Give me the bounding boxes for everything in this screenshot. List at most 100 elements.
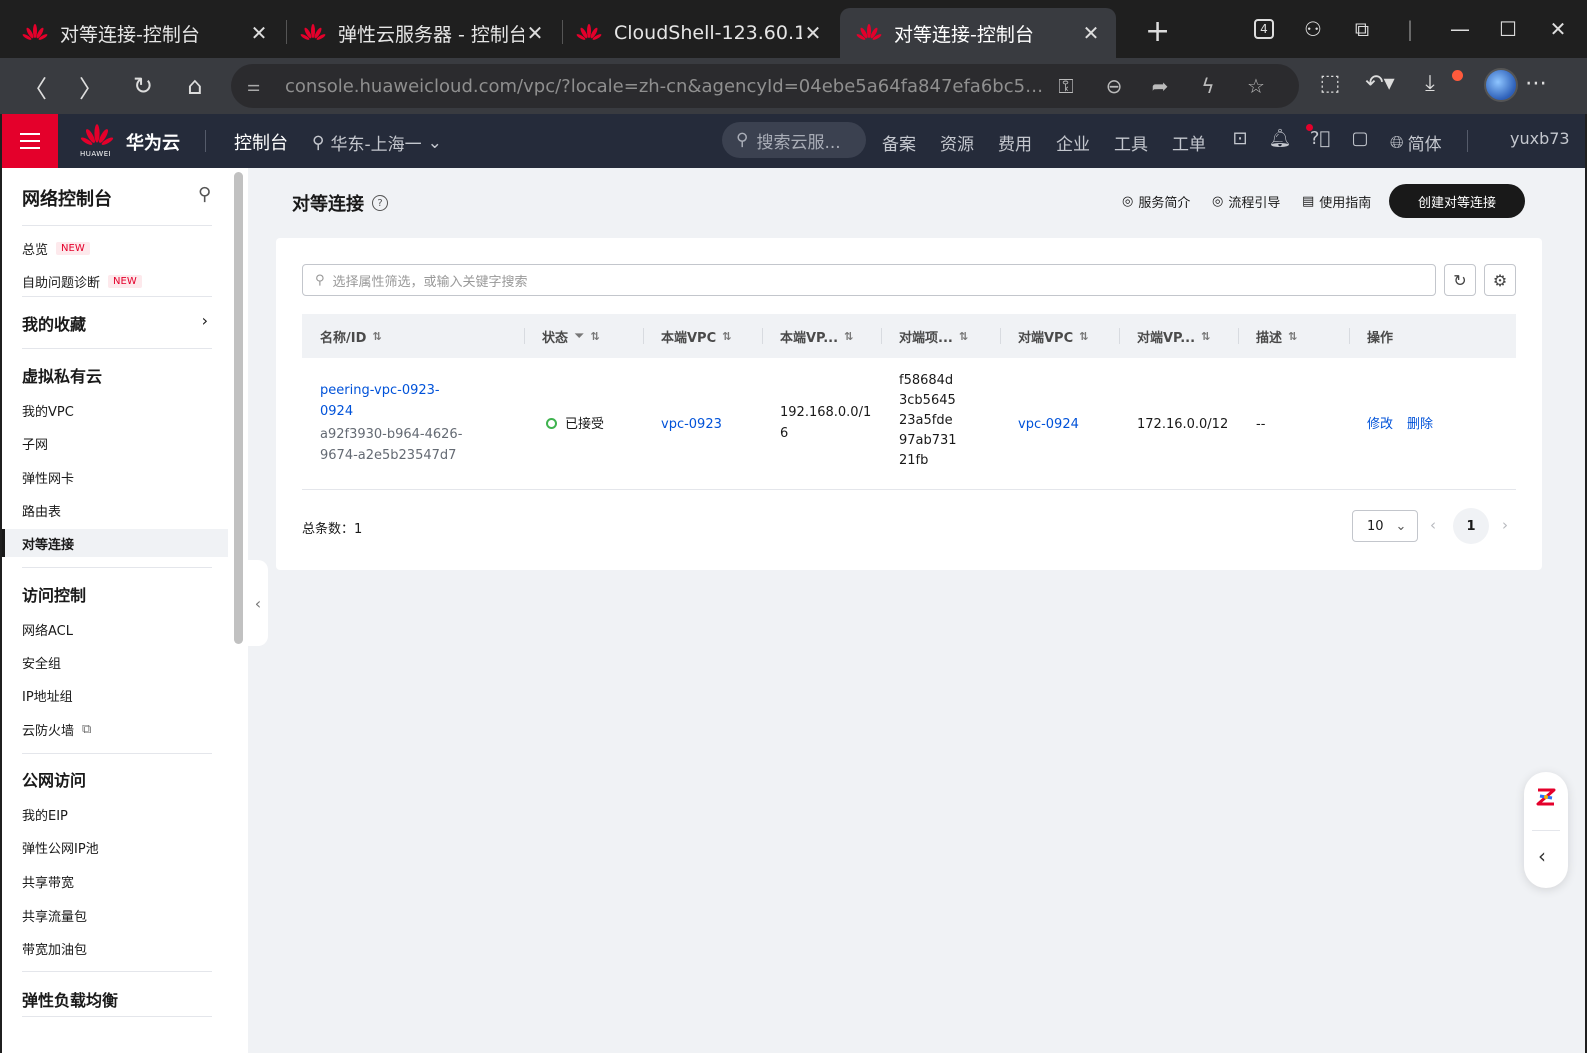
sidebar-section-elb[interactable]: 弹性负载均衡: [22, 987, 118, 1011]
sidebar-collapse-button[interactable]: ‹: [248, 560, 268, 646]
link-service-intro[interactable]: ◎ 服务简介: [1122, 192, 1190, 211]
nav-resources[interactable]: 资源: [940, 130, 974, 155]
console-link[interactable]: 控制台: [234, 129, 288, 155]
sort-icon[interactable]: ⇅: [959, 330, 968, 343]
maximize-icon[interactable]: ☐: [1490, 14, 1526, 44]
sidebar-item-shared-data-package[interactable]: 共享流量包: [22, 906, 87, 925]
sidebar-item-eip[interactable]: 我的EIP: [22, 805, 68, 824]
sidebar-item-shared-bandwidth[interactable]: 共享带宽: [22, 872, 74, 891]
browser-tab-2[interactable]: 弹性云服务器 - 控制台 ✕: [284, 8, 560, 58]
tab-close-icon[interactable]: ✕: [802, 21, 824, 45]
sidebar-item-overview[interactable]: 总览 NEW: [22, 239, 90, 258]
nav-filing[interactable]: 备案: [882, 130, 916, 155]
col-peer-vpc[interactable]: 对端VPC ⇅: [1018, 327, 1088, 346]
new-tab-button[interactable]: +: [1145, 14, 1170, 49]
modify-action[interactable]: 修改: [1367, 414, 1393, 435]
create-peering-button[interactable]: 创建对等连接: [1389, 184, 1525, 218]
sidebar-item-peering[interactable]: 对等连接: [22, 534, 74, 553]
home-icon[interactable]: ⌂: [178, 70, 212, 102]
peer-vpc-link[interactable]: vpc-0924: [1018, 414, 1079, 435]
peering-name-link[interactable]: peering-vpc-0923- 0924: [320, 380, 440, 422]
cloudshell-icon[interactable]: ⊡: [1228, 128, 1252, 149]
close-window-icon[interactable]: ✕: [1540, 14, 1576, 44]
sidebar-item-bandwidth-addon[interactable]: 带宽加油包: [22, 939, 87, 958]
sidebar-section-vpc[interactable]: 虚拟私有云: [22, 363, 102, 387]
sidebar-item-security-group[interactable]: 安全组: [22, 653, 61, 672]
settings-button[interactable]: ⚙: [1484, 264, 1516, 296]
sort-icon[interactable]: ⇅: [722, 330, 731, 343]
current-page-button[interactable]: 1: [1453, 508, 1489, 544]
sidebar-item-ip-group[interactable]: IP地址组: [22, 686, 73, 705]
extensions-icon[interactable]: ⧉: [1344, 14, 1380, 44]
filter-funnel-icon[interactable]: ⏷: [574, 329, 584, 344]
sort-icon[interactable]: ⇅: [1201, 330, 1210, 343]
next-page-icon[interactable]: ›: [1502, 516, 1508, 534]
forward-icon[interactable]: 〉: [74, 70, 108, 103]
header-search[interactable]: ⚲ 搜索云服...: [722, 122, 866, 158]
sidebar-favorites[interactable]: 我的收藏 ›: [22, 311, 208, 335]
sidebar-item-eni[interactable]: 弹性网卡: [22, 468, 74, 487]
nav-tickets[interactable]: 工单: [1172, 130, 1206, 155]
tab-close-icon[interactable]: ✕: [1080, 21, 1102, 45]
browser-tab-4-active[interactable]: 对等连接-控制台 ✕: [840, 8, 1116, 58]
prev-page-icon[interactable]: ‹: [1430, 516, 1436, 534]
favorite-star-icon[interactable]: ☆: [1243, 74, 1269, 98]
reload-icon[interactable]: ↻: [126, 70, 160, 102]
col-description[interactable]: 描述 ⇅: [1256, 327, 1297, 346]
user-account[interactable]: yuxb73: [1510, 129, 1570, 148]
download-icon[interactable]: ⤓: [1414, 71, 1446, 96]
nav-billing[interactable]: 费用: [998, 130, 1032, 155]
col-name-id[interactable]: 名称/ID ⇅: [320, 327, 382, 346]
huawei-logo[interactable]: HUAWEI: [80, 123, 114, 161]
col-status[interactable]: 状态 ⏷ ⇅: [542, 327, 600, 346]
sidebar-search-icon[interactable]: ⚲: [198, 184, 211, 205]
sort-icon[interactable]: ⇅: [844, 330, 853, 343]
site-info-icon[interactable]: ⚌: [247, 77, 271, 95]
local-vpc-link[interactable]: vpc-0923: [661, 414, 722, 435]
refresh-button[interactable]: ↻: [1444, 264, 1476, 296]
sidebar-item-diagnose[interactable]: 自助问题诊断 NEW: [22, 272, 142, 291]
sidebar-item-eip-pool[interactable]: 弹性公网IP池: [22, 838, 99, 857]
sidebar-section-public-access[interactable]: 公网访问: [22, 767, 86, 791]
back-icon[interactable]: 〈: [18, 70, 52, 103]
filter-search-input[interactable]: ⚲ 选择属性筛选，或输入关键字搜索: [302, 264, 1436, 296]
share-icon[interactable]: ➦: [1147, 74, 1173, 98]
sidebar-item-my-vpc[interactable]: 我的VPC: [22, 401, 74, 420]
brand-name[interactable]: 华为云: [126, 129, 180, 155]
tab-close-icon[interactable]: ✕: [524, 21, 546, 45]
minimize-icon[interactable]: —: [1442, 14, 1478, 44]
undo-dropdown-icon[interactable]: ↶▾: [1364, 71, 1396, 96]
more-menu-icon[interactable]: ⋯: [1520, 71, 1552, 96]
extension-puzzle-icon[interactable]: ⬚: [1314, 71, 1346, 96]
delete-action[interactable]: 删除: [1407, 414, 1433, 435]
expand-panel-icon[interactable]: ‹: [1538, 844, 1546, 868]
sidebar-scrollbar[interactable]: [234, 172, 243, 644]
sidebar-item-route-table[interactable]: 路由表: [22, 501, 61, 520]
browser-tab-1[interactable]: 对等连接-控制台 ✕: [6, 8, 284, 58]
sidebar-item-acl[interactable]: 网络ACL: [22, 620, 73, 639]
nav-enterprise[interactable]: 企业: [1056, 130, 1090, 155]
lightning-icon[interactable]: ϟ: [1195, 74, 1221, 98]
col-local-vpc[interactable]: 本端VPC ⇅: [661, 327, 731, 346]
profile-avatar[interactable]: [1484, 68, 1518, 102]
col-peer-project[interactable]: 对端项... ⇅: [899, 327, 968, 346]
language-selector[interactable]: 🌐︎ 简体: [1390, 130, 1442, 156]
assistant-logo-icon[interactable]: [1535, 786, 1557, 808]
browser-tab-3[interactable]: CloudShell-123.60.137 ✕: [560, 8, 838, 58]
page-size-select[interactable]: 10 ⌄: [1352, 510, 1418, 542]
address-bar[interactable]: ⚌ console.huaweicloud.com/vpc/?locale=zh…: [231, 64, 1299, 108]
help-circle-icon[interactable]: ?: [372, 195, 388, 211]
zoom-out-icon[interactable]: ⊖: [1101, 74, 1127, 98]
sort-icon[interactable]: ⇅: [1079, 330, 1088, 343]
bell-icon[interactable]: 🔔︎: [1268, 128, 1292, 149]
sidebar-item-firewall[interactable]: 云防火墙 ⧉: [22, 720, 91, 739]
help-icon[interactable]: ?⃝: [1308, 128, 1332, 149]
col-local-cidr[interactable]: 本端VP... ⇅: [780, 327, 853, 346]
sidebar-section-access-control[interactable]: 访问控制: [22, 582, 86, 606]
col-peer-cidr[interactable]: 对端VP... ⇅: [1137, 327, 1210, 346]
sidebar-item-subnet[interactable]: 子网: [22, 434, 48, 453]
sort-icon[interactable]: ⇅: [372, 330, 381, 343]
sort-icon[interactable]: ⇅: [590, 330, 599, 343]
incognito-icon[interactable]: ⚇: [1295, 14, 1331, 44]
sort-icon[interactable]: ⇅: [1288, 330, 1297, 343]
